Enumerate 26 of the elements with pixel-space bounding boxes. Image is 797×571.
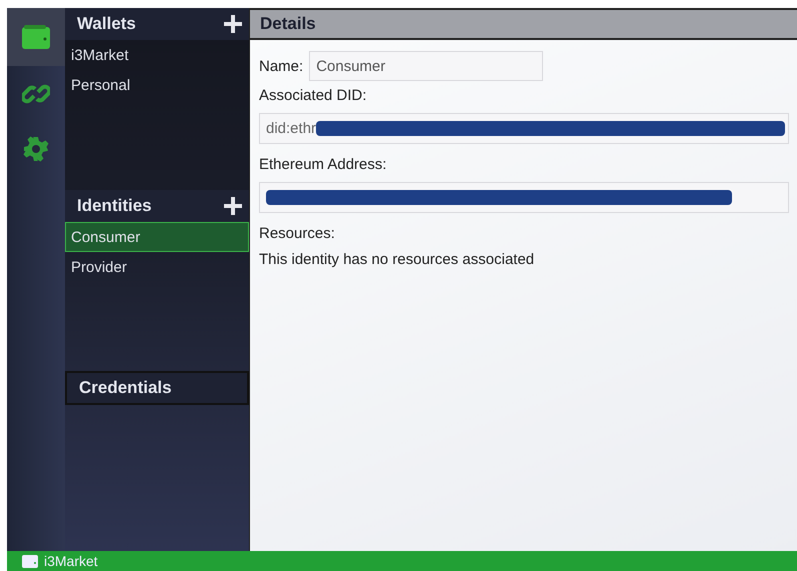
nav-button[interactable] — [7, 8, 65, 66]
list-item[interactable]: i3Market — [65, 40, 249, 70]
field-label: Ethereum Address: — [259, 156, 387, 172]
plus-icon — [223, 14, 243, 34]
list-item[interactable]: Provider — [65, 252, 249, 282]
name-field[interactable]: Consumer — [309, 51, 544, 81]
plus-icon — [223, 196, 243, 216]
field-value: did:ethr — [266, 120, 316, 137]
wallet-icon — [22, 25, 50, 49]
section-title: Credentials — [79, 378, 172, 398]
list-item[interactable]: Personal — [65, 70, 249, 100]
field-label: Name: — [259, 58, 304, 74]
empty-message: This identity has no resources associated — [259, 250, 534, 268]
address-field[interactable] — [259, 182, 789, 213]
section-title: Wallets — [77, 14, 136, 34]
wallet-icon — [22, 554, 38, 568]
add-button[interactable] — [223, 14, 243, 34]
section-title: Identities — [77, 196, 152, 216]
field-label: Resources: — [259, 224, 335, 242]
settings-icon — [23, 136, 49, 162]
details-header: Details — [250, 8, 797, 40]
field-label: Associated DID: — [259, 86, 367, 104]
did-field[interactable]: did:ethr — [259, 113, 789, 144]
add-button[interactable] — [223, 196, 243, 216]
status-text: i3Market — [44, 553, 98, 569]
list-item[interactable]: Consumer — [65, 222, 249, 252]
